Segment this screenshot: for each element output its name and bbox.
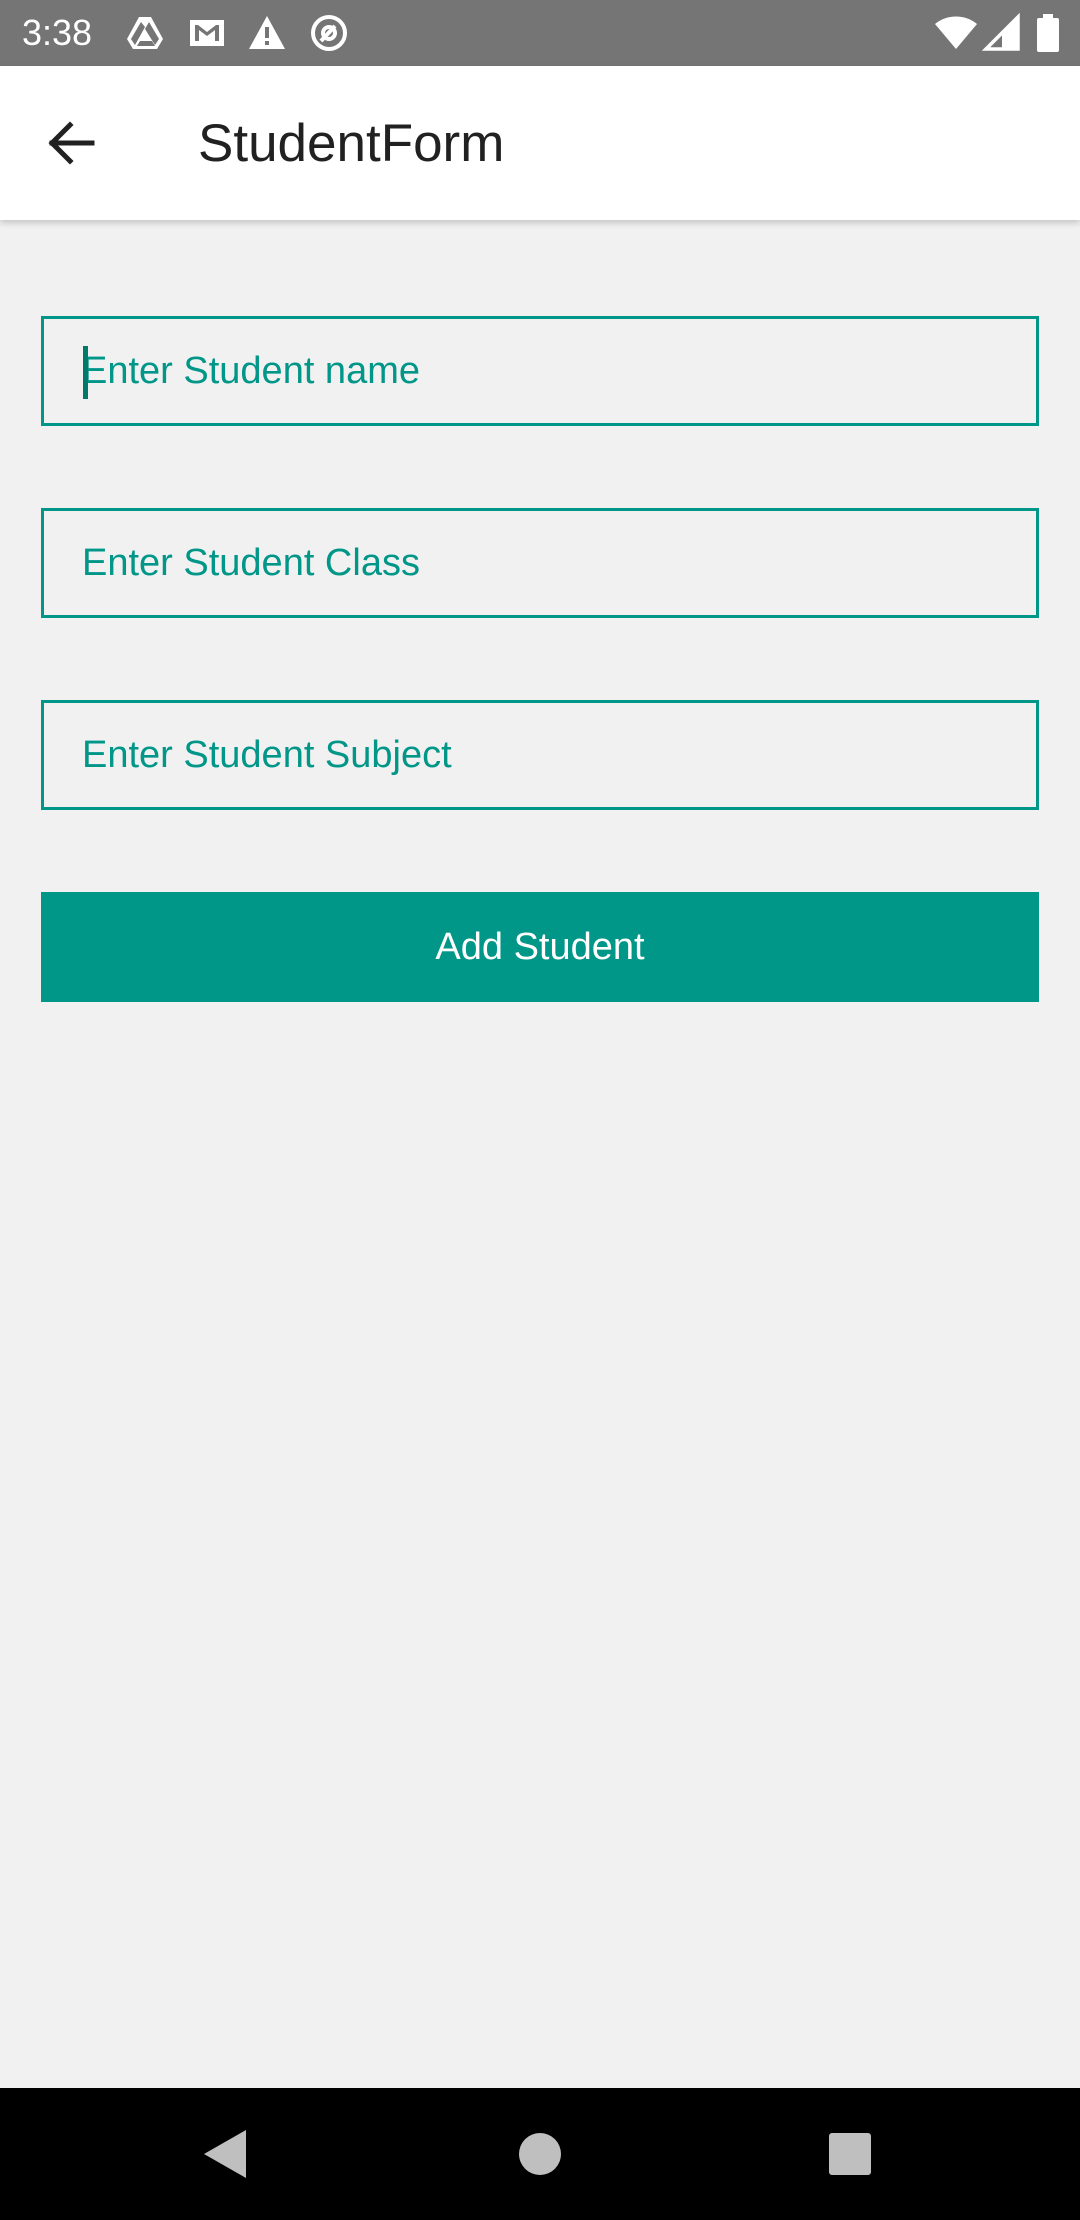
- student-form: Add Student: [41, 316, 1039, 1002]
- arrow-back-icon: [30, 103, 110, 183]
- app-bar: StudentForm: [0, 66, 1080, 220]
- drive-icon: [125, 13, 165, 53]
- page-title: StudentForm: [198, 114, 505, 173]
- wifi-icon: [934, 13, 978, 53]
- warning-icon: [247, 13, 287, 53]
- status-bar: 3:38: [0, 0, 1080, 66]
- recents-square-icon: [814, 2118, 886, 2190]
- student-name-input[interactable]: [44, 319, 1036, 423]
- gmail-icon: [187, 13, 227, 53]
- sync-icon: [309, 13, 349, 53]
- student-class-field-container: [41, 508, 1039, 618]
- nav-home-button[interactable]: [504, 2118, 576, 2190]
- status-time: 3:38: [22, 12, 93, 53]
- student-subject-field-container: [41, 700, 1039, 810]
- add-student-button[interactable]: Add Student: [41, 892, 1039, 1002]
- signal-icon: [982, 13, 1022, 53]
- back-button[interactable]: [30, 103, 110, 183]
- student-class-input[interactable]: [44, 511, 1036, 615]
- student-name-field-container: [41, 316, 1039, 426]
- nav-recents-button[interactable]: [814, 2118, 886, 2190]
- system-navigation-bar: [0, 2088, 1080, 2220]
- back-triangle-icon: [190, 2118, 262, 2190]
- battery-icon: [1034, 13, 1062, 53]
- student-subject-input[interactable]: [44, 703, 1036, 807]
- text-cursor: [83, 346, 88, 399]
- home-circle-icon: [504, 2118, 576, 2190]
- nav-back-button[interactable]: [190, 2118, 262, 2190]
